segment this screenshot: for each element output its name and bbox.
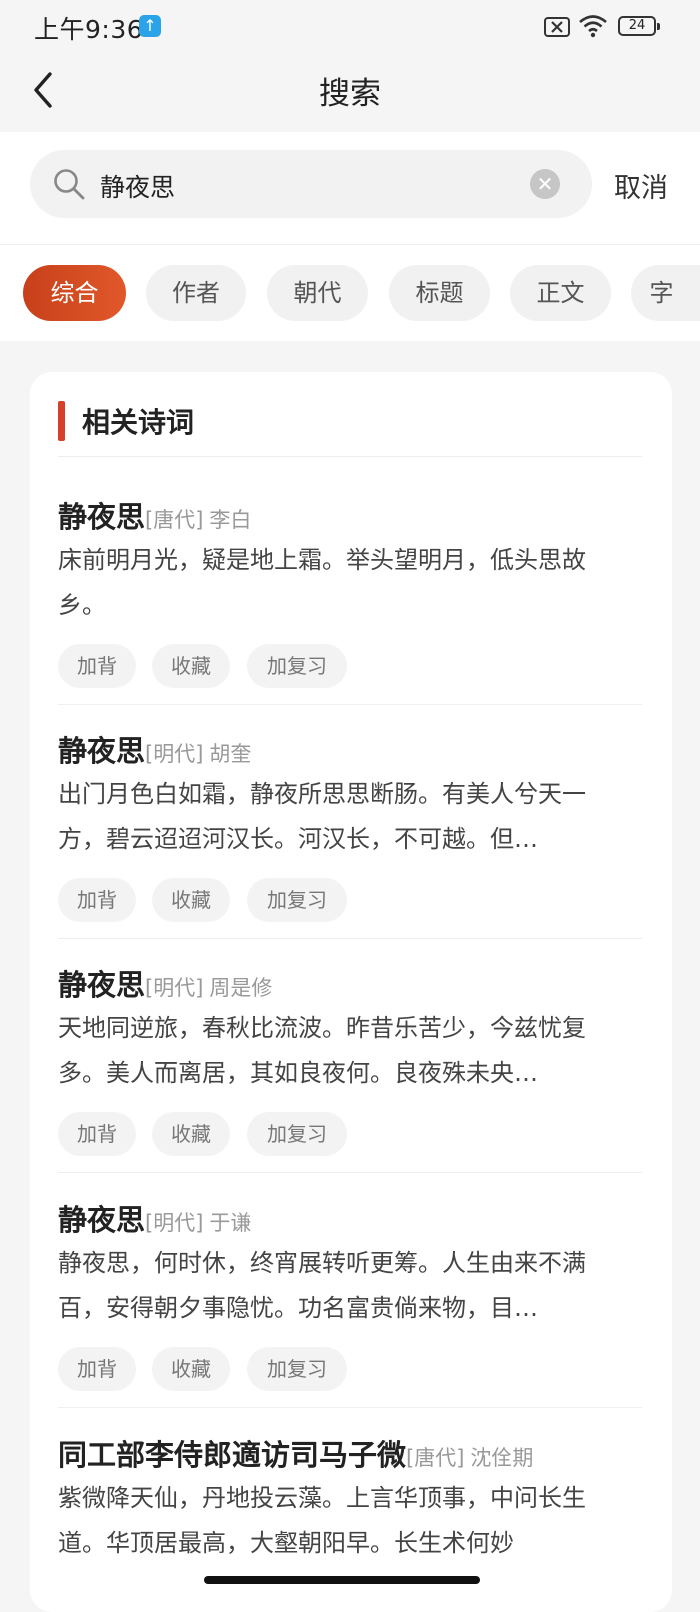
poem-content: 静夜思，何时休，终宵展转听更筹。人生由来不满百，安得朝夕事隐忧。功名富贵倘来物，…	[58, 1249, 586, 1322]
poem-title: 静夜思	[58, 734, 146, 768]
poem-content: 床前明月光，疑是地上霜。举头望明月，低头思故乡。	[58, 546, 586, 619]
poem-item[interactable]: 静夜思[明代] 周是修 天地同逆旅，春秋比流波。昨昔乐苦少，今兹忧复多。美人而离居…	[58, 962, 642, 1173]
tab-title[interactable]: 标题	[389, 265, 490, 321]
no-sim-icon	[544, 17, 570, 37]
poem-author: 周是修	[209, 976, 273, 1000]
poem-dynasty: [明代]	[145, 742, 204, 766]
poem-content: 紫微降天仙，丹地投云藻。上言华顶事，中问长生道。华顶居最高，大壑朝阳早。长生术何…	[58, 1484, 586, 1557]
wifi-icon	[579, 15, 607, 38]
search-bar: 静夜思 ✕ 取消	[0, 132, 700, 244]
add-review-button[interactable]: 加复习	[247, 1347, 347, 1391]
tab-dynasty[interactable]: 朝代	[267, 265, 368, 321]
status-time: 上午9:36	[34, 15, 144, 44]
section-accent-bar	[58, 401, 65, 441]
favorite-button[interactable]: 收藏	[152, 1112, 230, 1156]
poem-author: 李白	[209, 508, 252, 532]
poem-author: 胡奎	[209, 742, 252, 766]
home-indicator[interactable]	[204, 1576, 480, 1584]
poem-title: 静夜思	[58, 1203, 146, 1237]
tab-content[interactable]: 正文	[510, 265, 611, 321]
poem-title: 静夜思	[58, 500, 146, 534]
favorite-button[interactable]: 收藏	[152, 878, 230, 922]
poem-item[interactable]: 静夜思[明代] 胡奎 出门月色白如霜，静夜所思思断肠。有美人兮天一方，碧云迢迢河汉…	[58, 728, 642, 939]
search-query: 静夜思	[100, 173, 176, 202]
poem-author: 于谦	[209, 1211, 252, 1235]
poem-content: 出门月色白如霜，静夜所思思断肠。有美人兮天一方，碧云迢迢河汉长。河汉长，不可越。…	[58, 780, 586, 853]
page-title: 搜索	[319, 76, 381, 112]
favorite-button[interactable]: 收藏	[152, 644, 230, 688]
section-header: 相关诗词	[58, 398, 642, 457]
tab-author[interactable]: 作者	[146, 265, 246, 321]
search-icon	[54, 169, 85, 200]
recite-button[interactable]: 加背	[58, 878, 136, 922]
poem-title: 静夜思	[58, 968, 146, 1002]
poem-item[interactable]: 静夜思[唐代] 李白 床前明月光，疑是地上霜。举头望明月，低头思故乡。 加背 收藏…	[58, 494, 642, 705]
poem-title: 同工部李侍郎適访司马子微	[58, 1438, 407, 1472]
poem-dynasty: [明代]	[145, 976, 204, 1000]
favorite-button[interactable]: 收藏	[152, 1347, 230, 1391]
results-card: 相关诗词 静夜思[唐代] 李白 床前明月光，疑是地上霜。举头望明月，低头思故乡。 …	[30, 372, 672, 1612]
upload-icon: ↑	[139, 15, 161, 37]
status-bar: 上午9:36 ↑ 24	[0, 0, 700, 52]
clear-icon[interactable]: ✕	[530, 169, 560, 199]
poem-dynasty: [唐代]	[406, 1446, 465, 1470]
poem-dynasty: [明代]	[145, 1211, 204, 1235]
poem-item[interactable]: 同工部李侍郎適访司马子微[唐代] 沈佺期 紫微降天仙，丹地投云藻。上言华顶事，中问…	[58, 1432, 642, 1612]
add-review-button[interactable]: 加复习	[247, 878, 347, 922]
battery-indicator: 24	[618, 16, 660, 36]
nav-bar: 搜索	[0, 52, 700, 132]
poem-dynasty: [唐代]	[145, 508, 204, 532]
recite-button[interactable]: 加背	[58, 1347, 136, 1391]
tab-character[interactable]: 字	[631, 265, 700, 321]
poem-item[interactable]: 静夜思[明代] 于谦 静夜思，何时休，终宵展转听更筹。人生由来不满百，安得朝夕事隐…	[58, 1197, 642, 1408]
tab-all[interactable]: 综合	[23, 265, 126, 321]
poem-author: 沈佺期	[470, 1446, 534, 1470]
poem-content: 天地同逆旅，春秋比流波。昨昔乐苦少，今兹忧复多。美人而离居，其如良夜何。良夜殊未…	[58, 1014, 586, 1087]
add-review-button[interactable]: 加复习	[247, 644, 347, 688]
cancel-button[interactable]: 取消	[614, 166, 668, 205]
filter-tabs: 综合 作者 朝代 标题 正文 字	[0, 244, 700, 341]
recite-button[interactable]: 加背	[58, 644, 136, 688]
search-input[interactable]: 静夜思 ✕	[30, 150, 592, 218]
section-title: 相关诗词	[82, 406, 195, 439]
add-review-button[interactable]: 加复习	[247, 1112, 347, 1156]
recite-button[interactable]: 加背	[58, 1112, 136, 1156]
